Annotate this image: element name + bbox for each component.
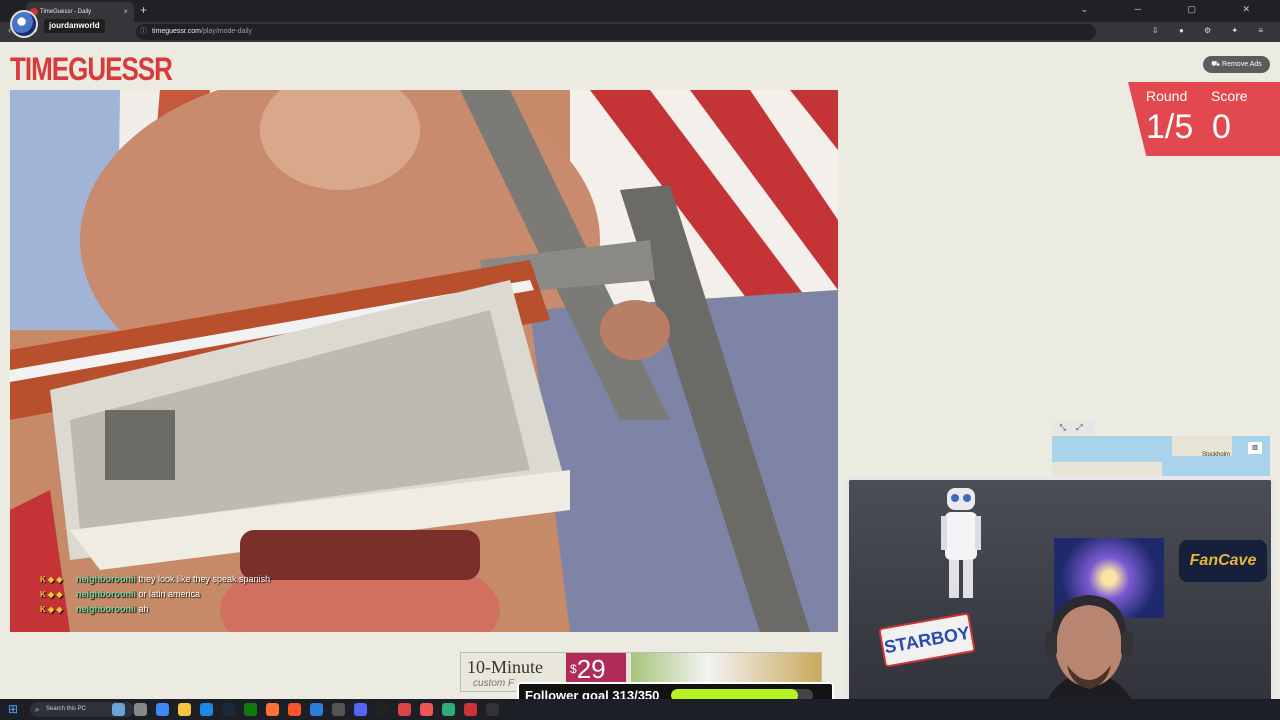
ad-headline: 10-Minute [467,657,543,677]
file-explorer-icon[interactable] [178,703,191,716]
chat-username: neighboroonii [76,604,136,614]
terminal-icon[interactable] [376,703,389,716]
obs-icon[interactable] [486,703,499,716]
star-icon[interactable] [420,703,433,716]
chat-message: K ◆ ◆ neighboroonii they look like they s… [40,572,270,587]
round-value: 1/5 [1146,108,1194,146]
streamer-avatar [10,10,38,38]
firefox-icon[interactable] [266,703,279,716]
tab-title: TimeGuessr - Daily [40,9,92,15]
round-label: Round [1146,88,1188,104]
new-tab-button[interactable]: + [140,3,147,17]
chat-badges: K ◆ ◆ [40,605,63,614]
url-path: /play/mode-daily [201,28,252,35]
streamer-name: jourdanworld [44,19,105,33]
steam-icon[interactable] [222,703,235,716]
round-photo[interactable] [10,90,838,632]
windows-taskbar: ⊞ ⌕ Search this PC [0,699,1280,720]
browser-toolbar-icons[interactable]: ⇩ ● ⚙ ✦ ≡ [1152,26,1272,35]
map-land [1052,462,1162,476]
task-view-icon[interactable] [134,703,147,716]
cart-icon: ⛟ [1211,61,1223,68]
windows-start-icon[interactable]: ⊞ [8,702,22,716]
tab-close-icon[interactable]: × [123,2,128,22]
chat-text: they look like they speak spanish [136,574,271,584]
remove-ads-label: Remove Ads [1222,61,1262,68]
browser-tab-bar: TimeGuessr - Daily × + ⌄ ─ ▢ ✕ [0,0,1280,22]
map-city-label: Stockholm [1202,452,1231,458]
chat-username: neighboroonii [76,574,136,584]
round-score-panel: Round Score 1/5 0 [1128,82,1280,156]
map-size-controls[interactable]: ⤡ ⤢ ⇔ [1052,421,1094,445]
news-icon[interactable] [464,703,477,716]
discord-icon[interactable] [354,703,367,716]
map-layer-button[interactable]: ▥ [1248,442,1262,454]
weather-icon[interactable] [112,703,125,716]
ad-subline: custom F [473,678,515,689]
chat-message: K ◆ ◆ neighboroonii or latin america [40,587,270,602]
score-label: Score [1211,88,1248,104]
robot-figure [941,488,981,598]
url-field[interactable]: ⓘ timeguessr.com/play/mode-daily [136,24,1096,40]
window-controls[interactable]: ⌄ ─ ▢ ✕ [1081,4,1272,15]
game-icon[interactable] [442,703,455,716]
remove-ads-button[interactable]: ⛟ Remove Ads [1203,56,1270,73]
ad-currency: $ [570,662,577,676]
xbox-icon[interactable] [244,703,257,716]
url-host: timeguessr.com [152,28,202,35]
chat-username: neighboroonii [76,589,136,599]
site-info-icon[interactable]: ⓘ [140,24,147,40]
timeguessr-logo[interactable]: TIMEGUESSR [10,50,173,89]
chat-text: ah [136,604,149,614]
notepad-icon[interactable] [332,703,345,716]
fancave-sign: FanCave [1179,540,1267,582]
chrome-icon[interactable] [156,703,169,716]
chat-message: K ◆ ◆ neighboroonii ah [40,602,270,617]
brave-icon[interactable] [288,703,301,716]
photo-illustration [10,90,838,632]
taskbar-search-placeholder: Search this PC [46,706,87,712]
address-bar-row: ‹ › ⟳ ⓘ timeguessr.com/play/mode-daily ⇩… [0,22,1280,42]
chat-text: or latin america [136,589,201,599]
search-icon: ⌕ [35,705,40,714]
ad-price-value: 29 [576,654,606,684]
vscode-icon[interactable] [310,703,323,716]
score-value: 0 [1212,108,1231,146]
tool-icon[interactable] [398,703,411,716]
chat-badges: K ◆ ◆ [40,575,63,584]
stream-chat: K ◆ ◆ neighboroonii they look like they s… [40,572,270,617]
chat-badges: K ◆ ◆ [40,590,63,599]
guess-map[interactable]: Stockholm ▥ [1052,436,1270,476]
edge-icon[interactable] [200,703,213,716]
webcam-feed: FanCave STARBOY [845,476,1275,718]
